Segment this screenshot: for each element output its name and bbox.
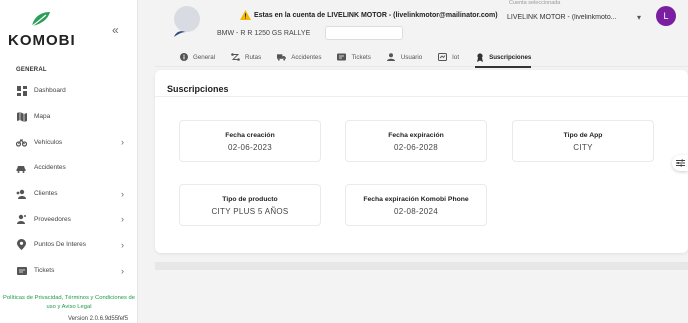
sidebar-item-clientes[interactable]: Clientes › xyxy=(0,181,138,207)
logo-text: KOMOBI xyxy=(8,32,76,49)
chevron-right-icon: › xyxy=(121,265,124,276)
account-select-value: LIVELINK MOTOR - (livelinkmoto... xyxy=(507,13,617,21)
sidebar-item-label: Dashboard xyxy=(34,87,66,95)
sidebar-item-vehiculos[interactable]: Vehículos › xyxy=(0,129,138,155)
chevron-right-icon: › xyxy=(121,137,124,148)
account-select-label: Cuenta seleccionada xyxy=(509,0,561,6)
info-icon xyxy=(179,53,188,62)
chevron-right-icon: › xyxy=(121,188,124,199)
tab-label: Suscripciones xyxy=(489,53,532,61)
vehicle-detail: BMW - R R 1250 GS RALLYE General Rutas A… xyxy=(155,20,688,270)
field-label: Fecha expiración xyxy=(388,132,444,139)
app-version: Version 2.0.6.9d55fef5 xyxy=(68,316,129,322)
field-value: 02-06-2023 xyxy=(228,143,272,152)
sidebar-item-label: Tickets xyxy=(34,267,55,275)
field-tipo-producto: Tipo de producto CITY PLUS 5 AÑOS xyxy=(179,184,321,226)
truck-icon xyxy=(277,53,287,62)
field-value: 02-06-2028 xyxy=(394,143,438,152)
dashboard-icon xyxy=(16,85,27,96)
sidebar-item-label: Puntos De Interes xyxy=(34,241,87,249)
field-value: CITY xyxy=(573,143,593,152)
divider xyxy=(155,96,688,97)
sidebar-item-puntos-de-interes[interactable]: Puntos De Interes › xyxy=(0,232,138,258)
field-label: Tipo de App xyxy=(563,132,603,139)
sidebar-item-accidentes[interactable]: Accidentes xyxy=(0,155,138,181)
user-avatar[interactable]: L xyxy=(656,6,676,26)
tab-tickets[interactable]: Tickets xyxy=(337,47,371,67)
chevron-right-icon: › xyxy=(121,214,124,225)
routes-icon xyxy=(231,53,240,62)
tab-rutas[interactable]: Rutas xyxy=(231,47,261,67)
sidebar-item-mapa[interactable]: Mapa xyxy=(0,104,138,130)
sidebar-nav: Dashboard Mapa Vehículos › Accidentes Cl… xyxy=(0,78,138,284)
komobi-logo[interactable]: KOMOBI xyxy=(8,10,78,50)
nav-section-title: GENERAL xyxy=(16,67,47,73)
panel-title: Suscripciones xyxy=(167,84,229,94)
subscriptions-panel: Suscripciones Fecha creación 02-06-2023 … xyxy=(155,70,688,253)
logo-leaf-icon xyxy=(31,12,50,27)
providers-icon xyxy=(16,214,27,225)
field-label: Fecha creación xyxy=(225,132,275,139)
legal-link[interactable]: Políticas de Privacidad, Términos y Cond… xyxy=(0,294,138,312)
sidebar-item-label: Clientes xyxy=(34,190,58,198)
field-fecha-expiracion: Fecha expiración 02-06-2028 xyxy=(345,120,487,162)
field-value: 02-08-2024 xyxy=(394,207,438,216)
iot-icon xyxy=(438,53,448,62)
field-value: CITY PLUS 5 AÑOS xyxy=(211,207,289,216)
sidebar-item-dashboard[interactable]: Dashboard xyxy=(0,78,138,104)
tickets-icon xyxy=(16,265,27,276)
field-label: Fecha expiración Komobi Phone xyxy=(363,196,469,203)
sidebar-item-tickets[interactable]: Tickets › xyxy=(0,258,138,284)
tab-suscripciones[interactable]: Suscripciones xyxy=(475,47,532,68)
user-icon xyxy=(387,53,396,62)
ticket-icon xyxy=(337,53,347,62)
settings-sliders-icon[interactable] xyxy=(672,155,688,171)
account-select[interactable]: LIVELINK MOTOR - (livelinkmoto... ▾ xyxy=(507,9,641,25)
accident-icon xyxy=(16,162,27,173)
chevron-down-icon: ▾ xyxy=(636,12,641,22)
tab-usuario[interactable]: Usuario xyxy=(387,47,422,67)
chevron-right-icon: › xyxy=(121,239,124,250)
account-banner-text: Estas en la cuenta de LIVELINK MOTOR - (… xyxy=(254,12,498,19)
tab-label: Tickets xyxy=(351,53,371,61)
tab-label: General xyxy=(193,53,216,61)
tab-iot[interactable]: Iot xyxy=(438,47,459,67)
account-banner: Estas en la cuenta de LIVELINK MOTOR - (… xyxy=(160,0,688,32)
tab-label: Usuario xyxy=(400,53,423,61)
collapse-sidebar-icon[interactable]: « xyxy=(112,23,119,37)
tab-bar: General Rutas Accidentes Tickets Usuario… xyxy=(155,47,688,68)
clients-icon xyxy=(16,188,27,199)
warning-icon xyxy=(240,10,251,20)
field-fecha-expiracion-komobi-phone: Fecha expiración Komobi Phone 02-08-2024 xyxy=(345,184,487,226)
subscription-icon xyxy=(475,52,484,62)
field-fecha-creacion: Fecha creación 02-06-2023 xyxy=(179,120,321,162)
tab-label: Iot xyxy=(452,53,460,61)
sidebar-item-label: Mapa xyxy=(34,113,51,121)
map-icon xyxy=(16,111,27,122)
field-label: Tipo de producto xyxy=(222,196,278,203)
sidebar-item-label: Accidentes xyxy=(34,164,66,172)
sidebar-item-label: Proveedores xyxy=(34,215,71,223)
tab-label: Accidentes xyxy=(291,53,322,61)
sidebar: KOMOBI « GENERAL Dashboard Mapa Vehículo… xyxy=(0,0,138,323)
sidebar-item-label: Vehículos xyxy=(34,138,63,146)
field-tipo-app: Tipo de App CITY xyxy=(512,120,654,162)
pin-icon xyxy=(16,239,27,251)
tab-accidentes[interactable]: Accidentes xyxy=(277,47,321,67)
sidebar-item-proveedores[interactable]: Proveedores › xyxy=(0,206,138,232)
vehicle-icon xyxy=(16,137,27,148)
vehicle-avatar xyxy=(174,6,200,32)
tab-label: Rutas xyxy=(245,53,262,61)
tab-general[interactable]: General xyxy=(179,47,215,67)
